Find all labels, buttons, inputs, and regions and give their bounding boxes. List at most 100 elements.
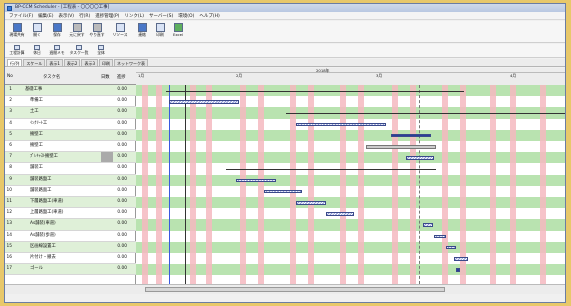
- task-number: 12: [6, 210, 12, 216]
- menu-options[interactable]: 環境(O): [178, 13, 194, 19]
- task-value: 0.00: [117, 210, 127, 216]
- menu-link[interactable]: リンク(L): [124, 13, 144, 19]
- task-extra-cell: [101, 141, 113, 151]
- calc-button[interactable]: 工程計算: [8, 44, 26, 57]
- task-extra-cell: [101, 231, 113, 241]
- print-label: 印刷: [156, 32, 164, 37]
- task-number: 4: [9, 120, 12, 126]
- timeline-header: 2018年 1月 2月 3月 4月: [136, 68, 565, 85]
- task-row[interactable]: 15 区画線設置工 0.00: [5, 241, 136, 253]
- tab-network[interactable]: ネットワーク表: [114, 59, 148, 66]
- row-highlight: [136, 174, 565, 186]
- task-name[interactable]: 舗装路盤工: [30, 175, 92, 185]
- holiday-column: [490, 85, 496, 294]
- task-name[interactable]: 上層路盤工(車道): [30, 208, 92, 218]
- task-row[interactable]: 6 擁壁工 0.00: [5, 141, 136, 153]
- all-button[interactable]: 全体: [92, 44, 110, 57]
- task-name[interactable]: 舗装路面工: [30, 186, 92, 196]
- task-row[interactable]: 10 舗装路面工 0.00: [5, 186, 136, 197]
- task-row[interactable]: 17 ゴール 0.00: [5, 264, 136, 276]
- task-row[interactable]: 14 As舗装(歩道) 0.00: [5, 231, 136, 242]
- task-number: 1: [9, 87, 12, 92]
- holiday-column: [308, 85, 314, 294]
- task-name[interactable]: 土工: [30, 107, 92, 117]
- excel-button[interactable]: Excel: [169, 22, 187, 42]
- holiday-column: [442, 85, 448, 294]
- task-name[interactable]: 舗装工: [30, 163, 92, 173]
- task-name[interactable]: As舗装(歩道): [30, 231, 92, 241]
- tab-view1[interactable]: 表示1: [46, 59, 63, 66]
- tab-row-col[interactable]: 行/列: [7, 59, 23, 66]
- row-highlight: [136, 152, 565, 164]
- view-tabs: 行/列 スケール 表示1 表示2 表示3 印刷 ネットワーク表: [5, 59, 565, 67]
- task-row[interactable]: 12 上層路盤工(車道) 0.00: [5, 208, 136, 220]
- task-bar: [446, 245, 456, 250]
- task-name[interactable]: ｲﾝｸﾘｰﾄ工: [30, 119, 92, 129]
- link-button[interactable]: 連絡: [133, 22, 151, 42]
- task-bar: [434, 234, 446, 239]
- tab-scale[interactable]: スケール: [23, 59, 46, 66]
- task-name[interactable]: As舗装(車道): [30, 219, 92, 229]
- task-name[interactable]: 擁壁工: [30, 130, 92, 140]
- task-row[interactable]: 13 As舗装(車道) 0.00: [5, 219, 136, 231]
- undo-button[interactable]: 元に戻す: [68, 22, 86, 42]
- task-row[interactable]: 5 擁壁工 0.00: [5, 129, 136, 141]
- task-name[interactable]: 区画線設置工: [30, 242, 92, 252]
- task-row[interactable]: 1 基礎工事 0.00: [5, 85, 136, 97]
- menu-progress[interactable]: 進捗管理(P): [95, 13, 119, 19]
- menu-row[interactable]: 行(R): [79, 13, 90, 19]
- share-button[interactable]: 現場共有: [8, 22, 26, 42]
- task-row[interactable]: 2 準備工 0.00: [5, 96, 136, 108]
- open-icon: [32, 23, 42, 32]
- tasklist-button[interactable]: タスク一覧: [68, 44, 90, 57]
- task-row[interactable]: 9 舗装路盤工 0.00: [5, 174, 136, 186]
- horizontal-scrollbar[interactable]: [145, 287, 445, 292]
- task-extra-cell: [101, 264, 113, 274]
- save-button[interactable]: 保存: [48, 22, 66, 42]
- save-icon: [52, 23, 62, 32]
- holiday-column: [156, 85, 162, 294]
- menu-server[interactable]: サーバー(S): [149, 13, 173, 19]
- redo-button[interactable]: やり直す: [88, 22, 106, 42]
- task-name[interactable]: 基礎工事: [25, 85, 87, 95]
- holiday-button[interactable]: 休日: [28, 44, 46, 57]
- task-number: 11: [6, 199, 12, 204]
- open-button[interactable]: 開く: [28, 22, 46, 42]
- memo-button[interactable]: 週間メモ: [48, 44, 66, 57]
- task-name[interactable]: 下層路盤工(車道): [30, 197, 92, 207]
- task-name[interactable]: 準備工: [30, 96, 92, 106]
- holiday-column: [190, 85, 196, 294]
- menu-view[interactable]: 表示(V): [58, 13, 74, 19]
- app-window: BP-CCM Scheduler - [工程表 - 〇〇〇〇工事] ファイル(F…: [4, 3, 566, 303]
- task-name[interactable]: ﾌﾟﾚｷｬｽﾄ擁壁工: [30, 152, 92, 162]
- task-number: 6: [9, 143, 12, 148]
- task-bar: [454, 257, 468, 261]
- task-row[interactable]: 16 片付け・撤去 0.00: [5, 253, 136, 265]
- task-number: 14: [6, 232, 12, 238]
- col-no: No: [7, 74, 13, 79]
- task-row[interactable]: 8 舗装工 0.00: [5, 163, 136, 175]
- task-row[interactable]: 3 土工 0.00: [5, 107, 136, 119]
- year-row: 2018年: [136, 68, 565, 73]
- today-line: [169, 85, 170, 294]
- menu-help[interactable]: ヘルプ(H): [199, 13, 219, 19]
- calc-label: 工程計算: [9, 50, 25, 55]
- task-number: 7: [9, 154, 12, 160]
- print-button[interactable]: 印刷: [151, 22, 169, 42]
- resource-button[interactable]: リソース: [109, 22, 131, 42]
- tab-print[interactable]: 印刷: [99, 59, 113, 66]
- task-name[interactable]: 擁壁工: [30, 141, 92, 151]
- tab-view2[interactable]: 表示2: [63, 59, 81, 66]
- task-row[interactable]: 11 下層路盤工(車道) 0.00: [5, 197, 136, 209]
- open-label: 開く: [33, 32, 41, 37]
- task-row[interactable]: 7 ﾌﾟﾚｷｬｽﾄ擁壁工 0.00: [5, 152, 136, 164]
- menu-edit[interactable]: 編集(E): [38, 13, 53, 19]
- holiday-column: [340, 85, 346, 294]
- task-row[interactable]: 4 ｲﾝｸﾘｰﾄ工 0.00: [5, 119, 136, 130]
- menu-file[interactable]: ファイル(F): [9, 13, 33, 19]
- task-extra-cell: [101, 96, 113, 106]
- tab-view3[interactable]: 表示3: [81, 59, 98, 66]
- task-name[interactable]: 片付け・撤去: [30, 253, 92, 263]
- task-name[interactable]: ゴール: [30, 264, 92, 274]
- task-bar: [296, 122, 386, 127]
